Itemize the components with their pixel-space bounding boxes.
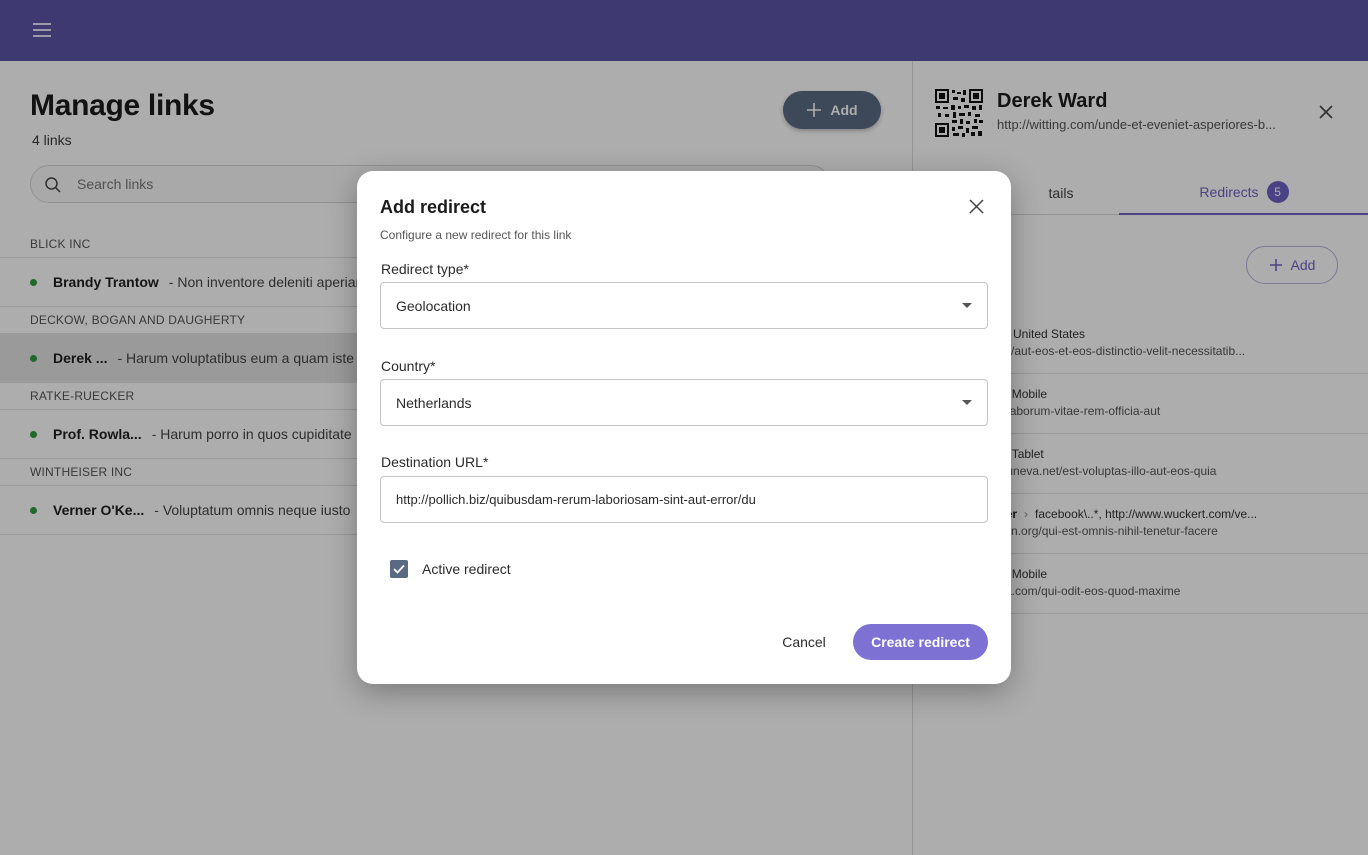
country-value: Netherlands bbox=[396, 394, 472, 411]
redirect-type-label: Redirect type* bbox=[381, 261, 469, 277]
redirect-type-value: Geolocation bbox=[396, 297, 471, 314]
country-label: Country* bbox=[381, 358, 436, 374]
active-redirect-label: Active redirect bbox=[422, 561, 511, 577]
create-redirect-button[interactable]: Create redirect bbox=[853, 624, 988, 660]
close-dialog-icon[interactable] bbox=[963, 193, 989, 219]
cancel-button[interactable]: Cancel bbox=[769, 624, 839, 660]
country-select[interactable]: Netherlands bbox=[380, 379, 988, 426]
dialog-subtitle: Configure a new redirect for this link bbox=[380, 228, 572, 242]
destination-url-value: http://pollich.biz/quibusdam-rerum-labor… bbox=[396, 492, 756, 507]
redirect-type-select[interactable]: Geolocation bbox=[380, 282, 988, 329]
destination-url-label: Destination URL* bbox=[381, 454, 489, 470]
destination-url-input[interactable]: http://pollich.biz/quibusdam-rerum-labor… bbox=[380, 476, 988, 523]
checkmark-icon bbox=[393, 564, 405, 574]
dropdown-arrow-icon bbox=[962, 303, 972, 308]
active-redirect-checkbox[interactable] bbox=[390, 560, 408, 578]
dialog-title: Add redirect bbox=[380, 197, 487, 217]
dropdown-arrow-icon bbox=[962, 400, 972, 405]
add-redirect-dialog: Add redirect Configure a new redirect fo… bbox=[357, 171, 1011, 684]
